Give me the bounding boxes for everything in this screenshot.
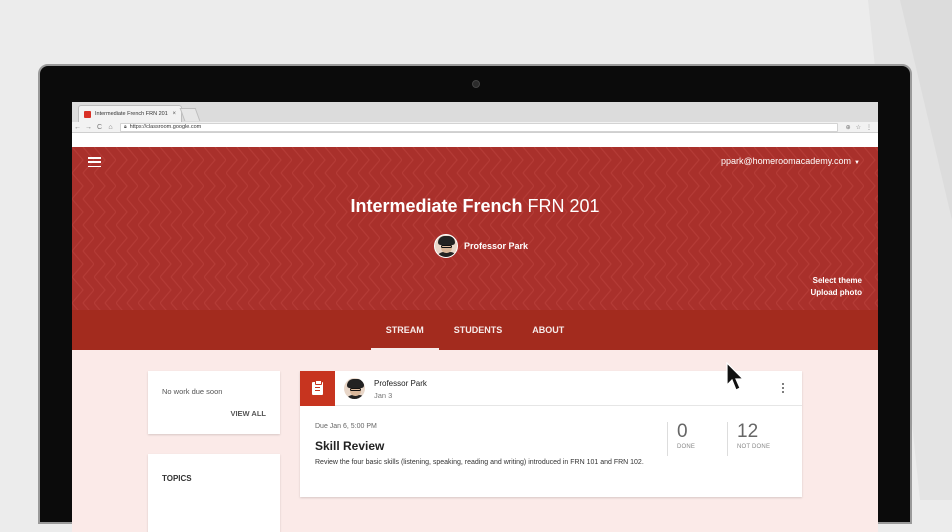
select-theme-link[interactable]: Select theme [810, 275, 862, 287]
stream-content: No work due soon VIEW ALL TOPICS Profess… [72, 350, 878, 532]
browser-actions: ⊕ ☆ ⋮ [838, 124, 878, 131]
tab-about[interactable]: ABOUT [517, 310, 579, 350]
theme-links: Select theme Upload photo [810, 275, 862, 299]
tab-stream[interactable]: STREAM [370, 310, 439, 350]
mouse-cursor-icon [726, 362, 745, 391]
upload-photo-link[interactable]: Upload photo [810, 287, 862, 299]
more-vert-icon[interactable] [782, 383, 784, 393]
reload-icon[interactable]: C [94, 124, 105, 131]
new-tab-button[interactable] [179, 108, 201, 121]
divider [667, 422, 668, 456]
class-tabs: STREAM STUDENTS ABOUT [72, 310, 878, 350]
assignment-description: Review the four basic skills (listening,… [315, 459, 644, 466]
tab-students[interactable]: STUDENTS [439, 310, 518, 350]
assignment-icon [300, 371, 335, 406]
hamburger-menu-icon[interactable] [88, 157, 101, 167]
view-all-link[interactable]: VIEW ALL [230, 409, 266, 418]
lock-icon: 🔒︎ [124, 124, 127, 130]
not-done-count: 12 [737, 421, 759, 442]
not-done-stat[interactable]: 12 NOT DONE [737, 421, 770, 450]
screen: Intermediate French FRN 201 × ← → C ⌂ 🔒︎… [72, 102, 878, 532]
forward-icon[interactable]: → [83, 124, 94, 131]
laptop-frame: Intermediate French FRN 201 × ← → C ⌂ 🔒︎… [38, 64, 912, 532]
topics-card: TOPICS [148, 454, 280, 532]
back-icon[interactable]: ← [72, 124, 83, 131]
due-date: Due Jan 6, 5:00 PM [315, 423, 377, 430]
upcoming-card: No work due soon VIEW ALL [148, 371, 280, 434]
close-tab-icon[interactable]: × [172, 111, 176, 117]
not-done-label: NOT DONE [737, 444, 771, 450]
home-icon[interactable]: ⌂ [105, 124, 116, 131]
assignment-title[interactable]: Skill Review [315, 439, 384, 453]
browser-menu-icon[interactable]: ⋮ [866, 124, 872, 131]
class-name: Intermediate French [350, 196, 523, 216]
post-date: Jan 3 [374, 391, 393, 400]
url-text: https://classroom.google.com [129, 124, 202, 130]
post-author: Professor Park [374, 379, 427, 388]
class-section: FRN 201 [527, 196, 600, 216]
banner-pattern [72, 147, 878, 310]
avatar [344, 378, 365, 399]
done-count: 0 [677, 421, 688, 442]
teacher-name: Professor Park [464, 241, 529, 251]
avatar [434, 234, 458, 258]
divider [727, 422, 728, 456]
topics-title: TOPICS [162, 474, 192, 483]
post-avatar [344, 378, 365, 399]
account-email: ppark@homeroomacademy.com [721, 156, 852, 166]
bookmark-star-icon[interactable]: ☆ [856, 124, 861, 131]
class-banner: ppark@homeroomacademy.com ▼ Intermediate … [72, 147, 878, 310]
done-label: DONE [677, 444, 696, 450]
upcoming-text: No work due soon [162, 387, 223, 396]
browser-tab-title: Intermediate French FRN 201 [95, 111, 168, 117]
account-switcher[interactable]: ppark@homeroomacademy.com ▼ [721, 156, 860, 166]
address-bar-row: ← → C ⌂ 🔒︎ https://classroom.google.com … [72, 122, 878, 133]
class-title: Intermediate French FRN 201 [72, 196, 878, 217]
browser-tab[interactable]: Intermediate French FRN 201 × [78, 105, 182, 122]
zoom-icon[interactable]: ⊕ [846, 124, 851, 131]
favicon-icon [84, 110, 91, 118]
done-stat[interactable]: 0 DONE [677, 421, 695, 450]
teacher-chip: Professor Park [434, 234, 528, 258]
url-input[interactable]: 🔒︎ https://classroom.google.com [120, 122, 838, 132]
camera-icon [472, 80, 480, 88]
chevron-down-icon: ▼ [854, 160, 860, 166]
browser-tab-bar: Intermediate French FRN 201 × [72, 102, 878, 122]
